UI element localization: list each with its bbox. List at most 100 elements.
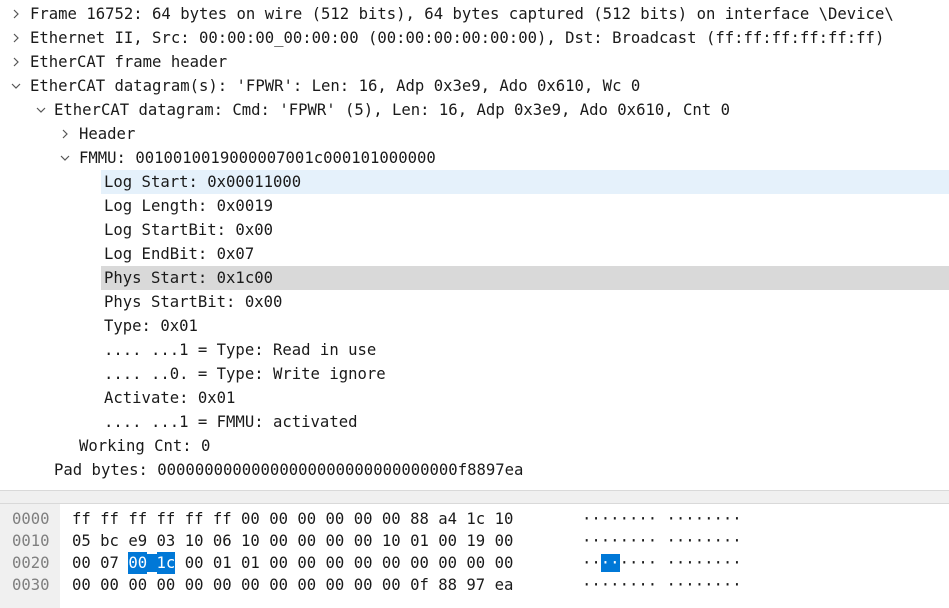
hex-byte[interactable]: 0f: [410, 574, 429, 596]
hex-byte[interactable]: 00: [297, 508, 316, 530]
hex-byte[interactable]: 19: [466, 530, 485, 552]
hex-byte[interactable]: bc: [100, 530, 119, 552]
hex-byte[interactable]: 1c: [156, 552, 176, 574]
chevron-down-icon[interactable]: [57, 146, 73, 170]
hex-byte[interactable]: 88: [438, 574, 457, 596]
pane-splitter[interactable]: [0, 490, 949, 504]
hex-bytes-row[interactable]: 00 00 00 00 00 00 00 00 00 00 00 00 0f 8…: [72, 574, 513, 596]
hex-byte[interactable]: 00: [269, 508, 288, 530]
hex-byte[interactable]: 00: [354, 574, 373, 596]
hex-byte[interactable]: 00: [326, 574, 345, 596]
chevron-right-icon[interactable]: [57, 122, 73, 146]
tree-row[interactable]: Log Start: 0x00011000: [0, 170, 949, 194]
hex-byte[interactable]: 88: [410, 508, 429, 530]
hex-byte[interactable]: 00: [410, 552, 429, 574]
hex-byte[interactable]: ea: [495, 574, 514, 596]
hex-byte[interactable]: 00: [213, 574, 232, 596]
hex-byte[interactable]: 00: [382, 574, 401, 596]
hex-byte[interactable]: 00: [495, 530, 514, 552]
tree-row[interactable]: EtherCAT datagram: Cmd: 'FPWR' (5), Len:…: [0, 98, 949, 122]
hex-byte[interactable]: a4: [438, 508, 457, 530]
tree-row[interactable]: Log StartBit: 0x00: [0, 218, 949, 242]
tree-row[interactable]: Phys Start: 0x1c00: [0, 266, 949, 290]
tree-row[interactable]: Log EndBit: 0x07: [0, 242, 949, 266]
hex-byte[interactable]: 10: [185, 530, 204, 552]
tree-row[interactable]: Pad bytes: 00000000000000000000000000000…: [0, 458, 949, 482]
hex-byte[interactable]: 00: [466, 552, 485, 574]
tree-row[interactable]: Activate: 0x01: [0, 386, 949, 410]
tree-row[interactable]: Frame 16752: 64 bytes on wire (512 bits)…: [0, 2, 949, 26]
hex-byte[interactable]: 00: [100, 574, 119, 596]
hex-byte[interactable]: 01: [410, 530, 429, 552]
ascii-row[interactable]: ········ ········: [582, 574, 742, 596]
tree-row[interactable]: Header: [0, 122, 949, 146]
tree-row[interactable]: .... ..0. = Type: Write ignore: [0, 362, 949, 386]
hex-byte[interactable]: 00: [185, 574, 204, 596]
hex-byte[interactable]: 00: [354, 530, 373, 552]
hex-byte[interactable]: 00: [354, 552, 373, 574]
hex-byte[interactable]: 00: [128, 574, 147, 596]
hex-byte[interactable]: 10: [382, 530, 401, 552]
hex-byte[interactable]: 07: [100, 552, 119, 574]
hex-byte[interactable]: 00: [382, 552, 401, 574]
hex-byte[interactable]: ff: [185, 508, 204, 530]
hex-byte[interactable]: 10: [241, 530, 260, 552]
tree-row[interactable]: .... ...1 = Type: Read in use: [0, 338, 949, 362]
chevron-right-icon[interactable]: [8, 50, 24, 74]
hex-byte[interactable]: 00: [297, 574, 316, 596]
tree-row[interactable]: EtherCAT frame header: [0, 50, 949, 74]
hex-byte[interactable]: 00: [438, 530, 457, 552]
chevron-down-icon[interactable]: [33, 98, 49, 122]
hex-byte[interactable]: 00: [495, 552, 514, 574]
hex-byte[interactable]: ff: [100, 508, 119, 530]
tree-row[interactable]: EtherCAT datagram(s): 'FPWR': Len: 16, A…: [0, 74, 949, 98]
hex-byte[interactable]: 00: [326, 552, 345, 574]
hex-byte[interactable]: 00: [297, 530, 316, 552]
chevron-right-icon[interactable]: [8, 2, 24, 26]
packet-bytes-pane[interactable]: 0000 ff ff ff ff ff ff 00 00 00 00 00 00 …: [0, 504, 949, 608]
hex-byte[interactable]: 00: [241, 508, 260, 530]
ascii-row[interactable]: ········ ········: [582, 530, 742, 552]
hex-byte[interactable]: 10: [495, 508, 514, 530]
hex-byte[interactable]: 00: [72, 552, 91, 574]
hex-bytes-row[interactable]: ff ff ff ff ff ff 00 00 00 00 00 00 88 a…: [72, 508, 513, 530]
hex-byte[interactable]: 00: [269, 552, 288, 574]
hex-byte[interactable]: 97: [466, 574, 485, 596]
hex-byte[interactable]: 00: [241, 574, 260, 596]
chevron-down-icon[interactable]: [8, 74, 24, 98]
tree-row[interactable]: Phys StartBit: 0x00: [0, 290, 949, 314]
tree-row[interactable]: FMMU: 0010010019000007001c000101000000: [0, 146, 949, 170]
hex-bytes-row[interactable]: 05 bc e9 03 10 06 10 00 00 00 00 10 01 0…: [72, 530, 513, 552]
packet-details-tree[interactable]: Frame 16752: 64 bytes on wire (512 bits)…: [0, 0, 949, 490]
hex-byte[interactable]: 05: [72, 530, 91, 552]
hex-byte[interactable]: 01: [213, 552, 232, 574]
tree-row[interactable]: Type: 0x01: [0, 314, 949, 338]
hex-byte[interactable]: 00: [185, 552, 204, 574]
chevron-right-icon[interactable]: [8, 26, 24, 50]
tree-row[interactable]: Working Cnt: 0: [0, 434, 949, 458]
ascii-row[interactable]: ········ ········: [582, 552, 742, 574]
hex-byte[interactable]: e9: [128, 530, 147, 552]
tree-row[interactable]: Log Length: 0x0019: [0, 194, 949, 218]
hex-byte[interactable]: 00: [297, 552, 316, 574]
hex-byte[interactable]: 00: [269, 574, 288, 596]
hex-byte[interactable]: 00: [326, 508, 345, 530]
hex-byte[interactable]: ff: [72, 508, 91, 530]
hex-byte[interactable]: 00: [72, 574, 91, 596]
hex-byte[interactable]: ff: [213, 508, 232, 530]
ascii-row[interactable]: ········ ········: [582, 508, 742, 530]
hex-byte[interactable]: 00: [326, 530, 345, 552]
hex-byte[interactable]: 00: [438, 552, 457, 574]
hex-byte[interactable]: 00: [128, 552, 148, 574]
tree-row[interactable]: Ethernet II, Src: 00:00:00_00:00:00 (00:…: [0, 26, 949, 50]
hex-byte[interactable]: 00: [382, 508, 401, 530]
tree-row[interactable]: .... ...1 = FMMU: activated: [0, 410, 949, 434]
hex-byte[interactable]: 00: [354, 508, 373, 530]
hex-byte[interactable]: 06: [213, 530, 232, 552]
hex-byte[interactable]: 00: [157, 574, 176, 596]
hex-byte[interactable]: ff: [128, 508, 147, 530]
hex-bytes-row[interactable]: 00 07 00 1c 00 01 01 00 00 00 00 00 00 0…: [72, 552, 513, 574]
hex-byte[interactable]: 1c: [466, 508, 485, 530]
hex-byte[interactable]: 00: [269, 530, 288, 552]
hex-byte[interactable]: 01: [241, 552, 260, 574]
